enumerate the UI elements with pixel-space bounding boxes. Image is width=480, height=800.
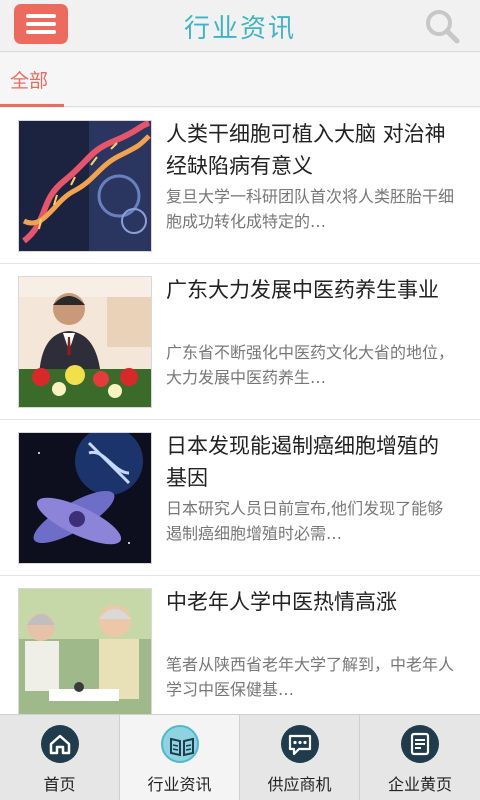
elderly-couple-image — [19, 589, 151, 714]
nav-label: 供应商机 — [267, 775, 332, 794]
home-icon — [41, 725, 79, 763]
search-icon — [426, 10, 460, 44]
book-icon — [161, 725, 199, 763]
nav-label: 企业黄页 — [387, 775, 452, 794]
news-summary: 笔者从陕西省老年大学了解到，中老年人学习中医保健基… — [166, 655, 455, 699]
bottom-nav: 首页 行业资讯 供应商机 企业黄页 — [0, 714, 480, 800]
chromosome-image — [19, 433, 151, 563]
tab-all[interactable]: 全部 — [0, 53, 64, 107]
news-title: 日本发现能遏制癌细胞增殖的基因 — [166, 434, 439, 490]
news-item[interactable]: 日本发现能遏制癌细胞增殖的基因 日本研究人员日前宣布,他们发现了能够遏制癌细胞增… — [0, 420, 480, 576]
top-bar: 行业资讯 — [0, 0, 480, 52]
dna-helix-image — [19, 121, 151, 251]
news-item[interactable]: 中老年人学中医热情高涨 笔者从陕西省老年大学了解到，中老年人学习中医保健基… — [0, 576, 480, 714]
chat-icon — [281, 725, 319, 763]
nav-home[interactable]: 首页 — [0, 715, 120, 800]
tab-all-label: 全部 — [10, 70, 49, 92]
news-thumbnail — [18, 588, 152, 714]
document-icon — [401, 725, 439, 763]
nav-supply-opportunities[interactable]: 供应商机 — [240, 715, 360, 800]
news-title: 人类干细胞可植入大脑 对治神经缺陷病有意义 — [166, 122, 446, 178]
search-button[interactable] — [422, 6, 462, 46]
news-summary: 日本研究人员日前宣布,他们发现了能够遏制癌细胞增殖时必需… — [166, 499, 444, 543]
news-thumbnail — [18, 120, 152, 252]
news-summary: 复旦大学一科研团队首次将人类胚胎干细胞成功转化成特定的… — [166, 187, 455, 231]
tab-active-indicator — [0, 104, 64, 107]
nav-industry-news[interactable]: 行业资讯 — [120, 715, 240, 800]
page-title: 行业资讯 — [183, 14, 296, 44]
nav-label: 首页 — [43, 775, 76, 794]
news-thumbnail — [18, 276, 152, 408]
speaker-podium-image — [19, 277, 151, 407]
nav-label: 行业资讯 — [147, 775, 212, 794]
news-item[interactable]: 人类干细胞可植入大脑 对治神经缺陷病有意义 复旦大学一科研团队首次将人类胚胎干细… — [0, 108, 480, 264]
news-list[interactable]: 人类干细胞可植入大脑 对治神经缺陷病有意义 复旦大学一科研团队首次将人类胚胎干细… — [0, 108, 480, 714]
category-tab-bar: 全部 — [0, 53, 480, 107]
news-item[interactable]: 广东大力发展中医药养生事业 广东省不断强化中医药文化大省的地位，大力发展中医药养… — [0, 264, 480, 420]
nav-business-directory[interactable]: 企业黄页 — [360, 715, 480, 800]
news-title: 中老年人学中医热情高涨 — [166, 590, 397, 614]
news-summary: 广东省不断强化中医药文化大省的地位，大力发展中医药养生… — [166, 343, 455, 387]
news-thumbnail — [18, 432, 152, 564]
news-title: 广东大力发展中医药养生事业 — [166, 278, 439, 302]
